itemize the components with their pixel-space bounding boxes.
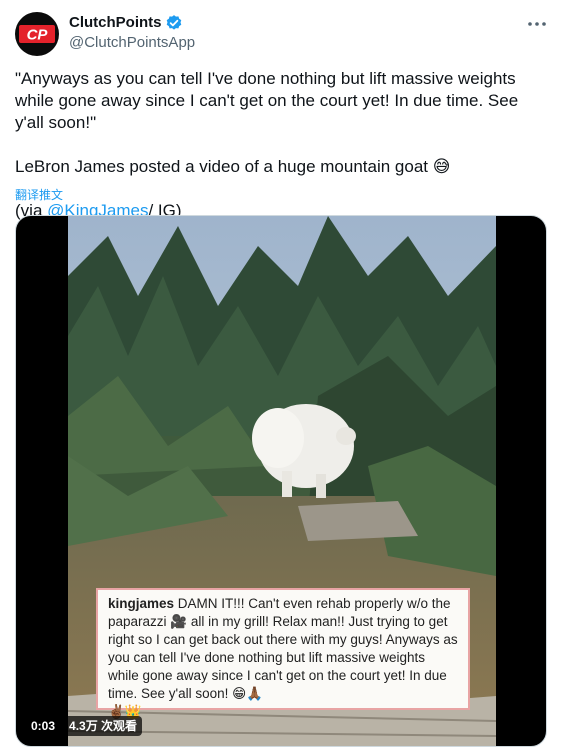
tweet-quote: "Anyways as you can tell I've done nothi… — [15, 69, 519, 132]
video-overlay: 0:03 4.3万 次观看 — [26, 716, 143, 736]
more-options-icon[interactable] — [527, 14, 547, 34]
instagram-caption-overlay: kingjames DAMN IT!!! Can't even rehab pr… — [96, 588, 470, 719]
tweet-line-text: LeBron James posted a video of a huge mo… — [15, 157, 429, 176]
verified-badge-icon — [165, 14, 183, 32]
clutchpoints-logo-icon: CP — [19, 25, 55, 44]
tweet-header: CP ClutchPoints @ClutchPointsApp — [15, 12, 547, 56]
video-time: 0:03 — [26, 716, 61, 736]
tweet-text: "Anyways as you can tell I've done nothi… — [15, 68, 547, 222]
tweet-line: LeBron James posted a video of a huge mo… — [15, 156, 547, 178]
view-count: 4.3万 次观看 — [64, 716, 143, 736]
handle[interactable]: @ClutchPointsApp — [69, 33, 195, 53]
caption-username: kingjames — [108, 596, 175, 611]
display-name[interactable]: ClutchPoints — [69, 13, 162, 33]
video-camera-emoji: 🎥 — [170, 614, 188, 629]
avatar[interactable]: CP — [15, 12, 59, 56]
svg-text:CP: CP — [27, 27, 49, 44]
translate-tweet-link[interactable]: 翻译推文 — [15, 187, 63, 203]
video-player[interactable]: kingjames DAMN IT!!! Can't even rehab pr… — [15, 215, 547, 747]
caption-emoji-line: ✌🏾👑 — [108, 704, 142, 719]
grin-pray-emoji: 😁🙏🏾 — [232, 686, 264, 701]
sweat-smile-emoji: 😅 — [432, 157, 451, 176]
